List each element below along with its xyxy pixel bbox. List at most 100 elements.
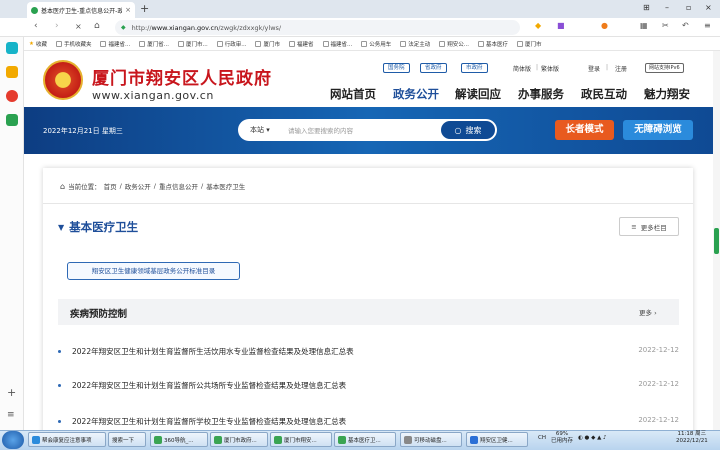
breadcrumb-gov-affairs[interactable]: 政务公开	[125, 181, 151, 191]
close-window-icon[interactable]: ×	[705, 3, 712, 12]
forward-icon[interactable]: ›	[55, 21, 59, 31]
nav-interaction[interactable]: 政民互动	[581, 86, 627, 102]
url-text: http://www.xiangan.gov.cn/zwgk/zdxxgk/yl…	[131, 23, 282, 32]
subsection-more-link[interactable]: 更多 ›	[639, 307, 657, 317]
minimize-icon[interactable]: –	[665, 3, 669, 12]
accessible-button[interactable]: 无障碍浏览	[623, 120, 693, 140]
search-button[interactable]: ○ 搜索	[441, 121, 495, 139]
notes-icon[interactable]	[6, 114, 18, 126]
new-tab-icon[interactable]: +	[140, 2, 149, 15]
menu-icon[interactable]: ≡	[7, 410, 15, 420]
nav-charm[interactable]: 魅力翔安	[644, 86, 690, 102]
current-date: 2022年12月21日 星期三	[43, 127, 123, 135]
memory-indicator[interactable]: 69% 已用内存	[551, 431, 573, 445]
back-icon[interactable]: ‹	[34, 21, 38, 31]
bookmark-item[interactable]: 法定主动	[400, 40, 430, 48]
nav-home[interactable]: 网站首页	[330, 86, 376, 102]
taskbar-item[interactable]: 可移动磁盘...	[400, 432, 462, 447]
nav-gov-affairs[interactable]: 政务公开	[393, 86, 439, 102]
search-input[interactable]: 请输入您要搜索的内容	[283, 125, 441, 135]
bookmark-item[interactable]: 基本医疗	[478, 40, 508, 48]
tab-active[interactable]: 基本医疗卫生-重点信息公开-政务... ×	[27, 2, 135, 18]
tab-close-icon[interactable]: ×	[125, 6, 131, 14]
bookmark-icon	[55, 40, 62, 47]
breadcrumb: ⌂ 当前位置： 首页 / 政务公开 / 重点信息公开 / 基本医疗卫生	[60, 181, 246, 192]
bookmark-item[interactable]: ★ 收藏	[29, 40, 47, 48]
taskbar-item[interactable]: 厦门市翔安...	[270, 432, 332, 447]
sidebar-app-icon[interactable]	[6, 42, 18, 54]
lang-simplified[interactable]: 简体版	[513, 64, 531, 73]
national-emblem-icon	[43, 60, 83, 100]
bookmark-item[interactable]: 公务用车	[361, 40, 391, 48]
bookmark-icon	[361, 40, 368, 47]
link-provincial-gov[interactable]: 省政府	[420, 63, 447, 73]
breadcrumb-home[interactable]: 首页	[104, 181, 117, 191]
bookmark-item[interactable]: 福建省...	[100, 40, 130, 48]
bookmark-icon	[439, 40, 446, 47]
site-domain: www.xiangan.gov.cn	[92, 89, 214, 102]
bookmark-item[interactable]: 手机收藏夹	[55, 40, 91, 48]
separator: |	[536, 64, 539, 71]
bookmark-icon	[400, 40, 407, 47]
maximize-icon[interactable]: ▫	[686, 3, 691, 12]
scrollbar-thumb[interactable]	[714, 228, 719, 254]
system-tray: CH 69% 已用内存 ◐ ● ◆ ▲ ♪	[538, 431, 607, 445]
add-icon[interactable]: +	[7, 386, 16, 399]
nav-interpretation[interactable]: 解读回应	[455, 86, 501, 102]
bookmark-item[interactable]: 翔安公...	[439, 40, 469, 48]
standard-catalog-tag[interactable]: 翔安区卫生健康领域基层政务公开标准目录	[67, 262, 240, 280]
lang-traditional[interactable]: 繁体版	[541, 64, 559, 73]
bookmark-item[interactable]: 行政审...	[216, 40, 246, 48]
favorites-icon[interactable]	[6, 66, 18, 78]
ime-icon[interactable]: CH	[538, 435, 546, 441]
weibo-icon[interactable]	[6, 90, 18, 102]
cut-icon[interactable]: ✂	[662, 21, 669, 30]
stop-icon[interactable]: ×	[75, 22, 82, 31]
grid-icon[interactable]: ▦	[640, 21, 648, 30]
tab-list-icon[interactable]: ⊞	[643, 3, 650, 12]
address-bar[interactable]: ◆ http://www.xiangan.gov.cn/zwgk/zdxxgk/…	[115, 20, 520, 35]
bookmark-item[interactable]: 福建省	[288, 40, 314, 48]
extension-icon[interactable]: ■	[557, 21, 565, 30]
login-link[interactable]: 登录	[588, 64, 600, 73]
undo-icon[interactable]: ↶	[682, 21, 689, 30]
separator: |	[606, 64, 609, 71]
taskbar-item[interactable]: 厦门市政府...	[210, 432, 268, 447]
taskbar-clock[interactable]: 11:18 周三 2022/12/21	[676, 431, 708, 445]
bookmark-item[interactable]: 厦门市	[517, 40, 542, 48]
register-link[interactable]: 注册	[615, 64, 627, 73]
taskbar-item[interactable]: 基本医疗卫...	[334, 432, 396, 447]
secure-icon: ◆	[121, 24, 126, 31]
start-button-icon[interactable]	[2, 431, 24, 449]
taskbar-item[interactable]: 帮会康复应注意事项	[28, 432, 106, 447]
breadcrumb-current[interactable]: 基本医疗卫生	[206, 181, 245, 191]
bookmark-item[interactable]: 厦门市	[255, 40, 280, 48]
tray-icons[interactable]: ◐ ● ◆ ▲ ♪	[578, 435, 607, 441]
list-item[interactable]: 2022年翔安区卫生和计划生育监督所公共场所专业监督检查结果及处理信息汇总表 20…	[58, 380, 679, 392]
bookmark-item[interactable]: 福建省...	[322, 40, 352, 48]
elder-mode-button[interactable]: 长者模式	[555, 120, 614, 140]
home-icon[interactable]: ⌂	[94, 21, 100, 31]
list-item[interactable]: 2022年翔安区卫生和计划生育监督所生活饮用水专业监督检查结果及处理信息汇总表 2…	[58, 346, 679, 358]
bookmark-icon	[322, 40, 329, 47]
list-item[interactable]: 2022年翔安区卫生和计划生育监督所学校卫生专业监督检查结果及处理信息汇总表 20…	[58, 416, 679, 428]
game-icon[interactable]: ●	[601, 21, 608, 30]
star-icon: ★	[29, 40, 34, 47]
breadcrumb-key-info[interactable]: 重点信息公开	[159, 181, 198, 191]
link-city-gov[interactable]: 市政府	[461, 63, 488, 73]
bullet-icon	[58, 350, 61, 353]
menu-icon[interactable]: ≡	[704, 21, 711, 30]
bookmark-item[interactable]: 厦门市...	[177, 40, 208, 48]
bookmark-item[interactable]: 厦门省...	[139, 40, 169, 48]
taskbar-item[interactable]: 翔安区卫健...	[466, 432, 528, 447]
subsection-title: 疾病预防控制	[70, 309, 128, 320]
more-columns-button[interactable]: ≡ 更多栏目	[619, 217, 679, 236]
search-scope-select[interactable]: 本站 ▾	[238, 125, 283, 135]
extension-shield-icon[interactable]: ◆	[535, 21, 541, 30]
search-box: 本站 ▾ 请输入您要搜索的内容 ○ 搜索	[238, 119, 497, 141]
bookmark-icon	[255, 40, 262, 47]
taskbar-item[interactable]: 搜索一下	[108, 432, 146, 447]
taskbar-item[interactable]: 360导航_...	[150, 432, 208, 447]
link-state-council[interactable]: 国务院	[383, 63, 410, 73]
nav-services[interactable]: 办事服务	[518, 86, 564, 102]
